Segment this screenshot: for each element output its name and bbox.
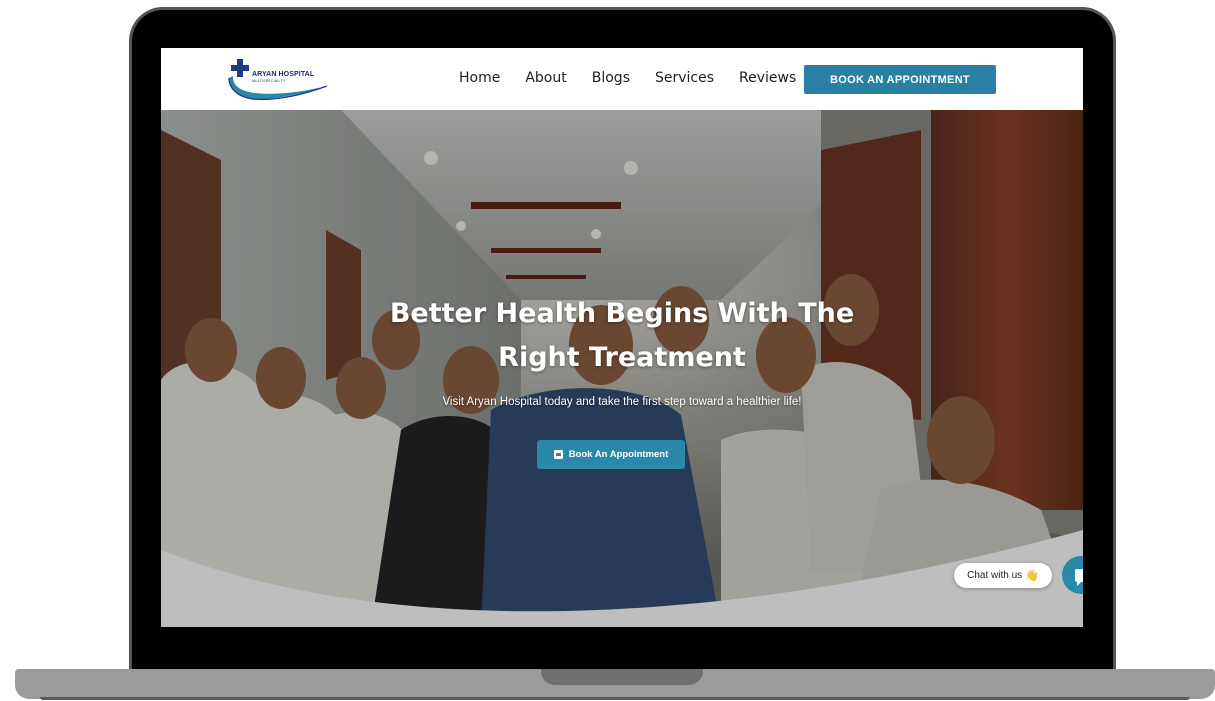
laptop-notch <box>541 669 703 685</box>
chat-label: Chat with us <box>967 570 1023 581</box>
nav-services[interactable]: Services <box>655 70 714 86</box>
logo-name: ARYAN HOSPITAL <box>252 71 315 78</box>
logo-tagline: MULTISPECIALITY <box>252 79 286 83</box>
nav-reviews[interactable]: Reviews <box>739 70 796 86</box>
nav-links: Home About Blogs Services Reviews <box>459 70 821 86</box>
nav-home[interactable]: Home <box>459 70 500 86</box>
nav-blogs[interactable]: Blogs <box>592 70 630 86</box>
chat-with-us-pill[interactable]: Chat with us 👋 <box>954 563 1052 588</box>
hero-section: Better Health Begins With The Right Trea… <box>161 110 1083 627</box>
laptop-mockup: ARYAN HOSPITAL MULTISPECIALITY Home Abou… <box>0 0 1215 701</box>
calendar-icon <box>553 450 563 459</box>
hero-subtitle: Visit Aryan Hospital today and take the … <box>442 396 802 408</box>
chat-bubble-icon <box>1074 568 1083 586</box>
hero-title: Better Health Begins With The Right Trea… <box>161 292 1083 380</box>
website-screen: ARYAN HOSPITAL MULTISPECIALITY Home Abou… <box>161 48 1083 627</box>
waving-hand-icon: 👋 <box>1025 570 1039 582</box>
book-appointment-hero-button[interactable]: Book An Appointment <box>537 440 685 469</box>
hospital-logo[interactable]: ARYAN HOSPITAL MULTISPECIALITY <box>227 56 331 102</box>
nav-about[interactable]: About <box>525 70 566 86</box>
hero-title-line-2: Right Treatment <box>498 342 746 373</box>
laptop-base-edge <box>40 697 1190 700</box>
hero-title-line-1: Better Health Begins With The <box>389 298 855 329</box>
hero-button-label: Book An Appointment <box>568 449 669 460</box>
navbar: ARYAN HOSPITAL MULTISPECIALITY Home Abou… <box>161 48 1083 110</box>
book-appointment-nav-button[interactable]: BOOK AN APPOINTMENT <box>804 65 996 94</box>
